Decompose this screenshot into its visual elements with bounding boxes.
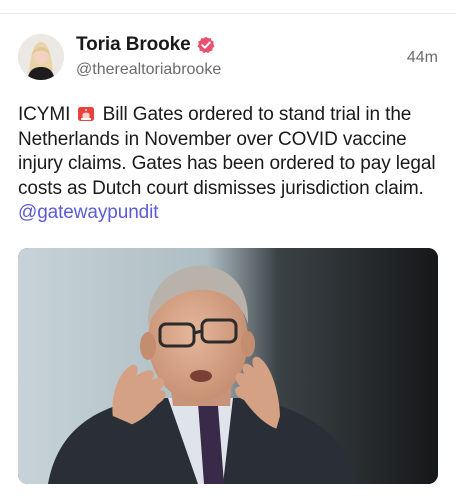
author-name-row: Toria Brooke [76, 34, 215, 56]
author-handle[interactable]: @therealtoriabrooke [76, 61, 221, 79]
post-text-prefix: ICYMI [18, 104, 71, 125]
post-text: ICYMI Bill Gates ordered to stand trial … [18, 103, 438, 226]
avatar[interactable] [18, 34, 64, 80]
verified-badge-icon [197, 36, 215, 54]
post-media-photo[interactable] [18, 248, 438, 484]
avatar-image [18, 34, 64, 80]
mention-link[interactable]: @gatewaypundit [18, 202, 159, 223]
post-timestamp: 44m [406, 49, 438, 66]
photo-image [18, 248, 438, 484]
post-header: Toria Brooke @therealtoriabrooke 44m [18, 32, 438, 82]
top-divider [0, 13, 456, 14]
author-display-name[interactable]: Toria Brooke [76, 34, 191, 56]
siren-icon [77, 105, 95, 121]
